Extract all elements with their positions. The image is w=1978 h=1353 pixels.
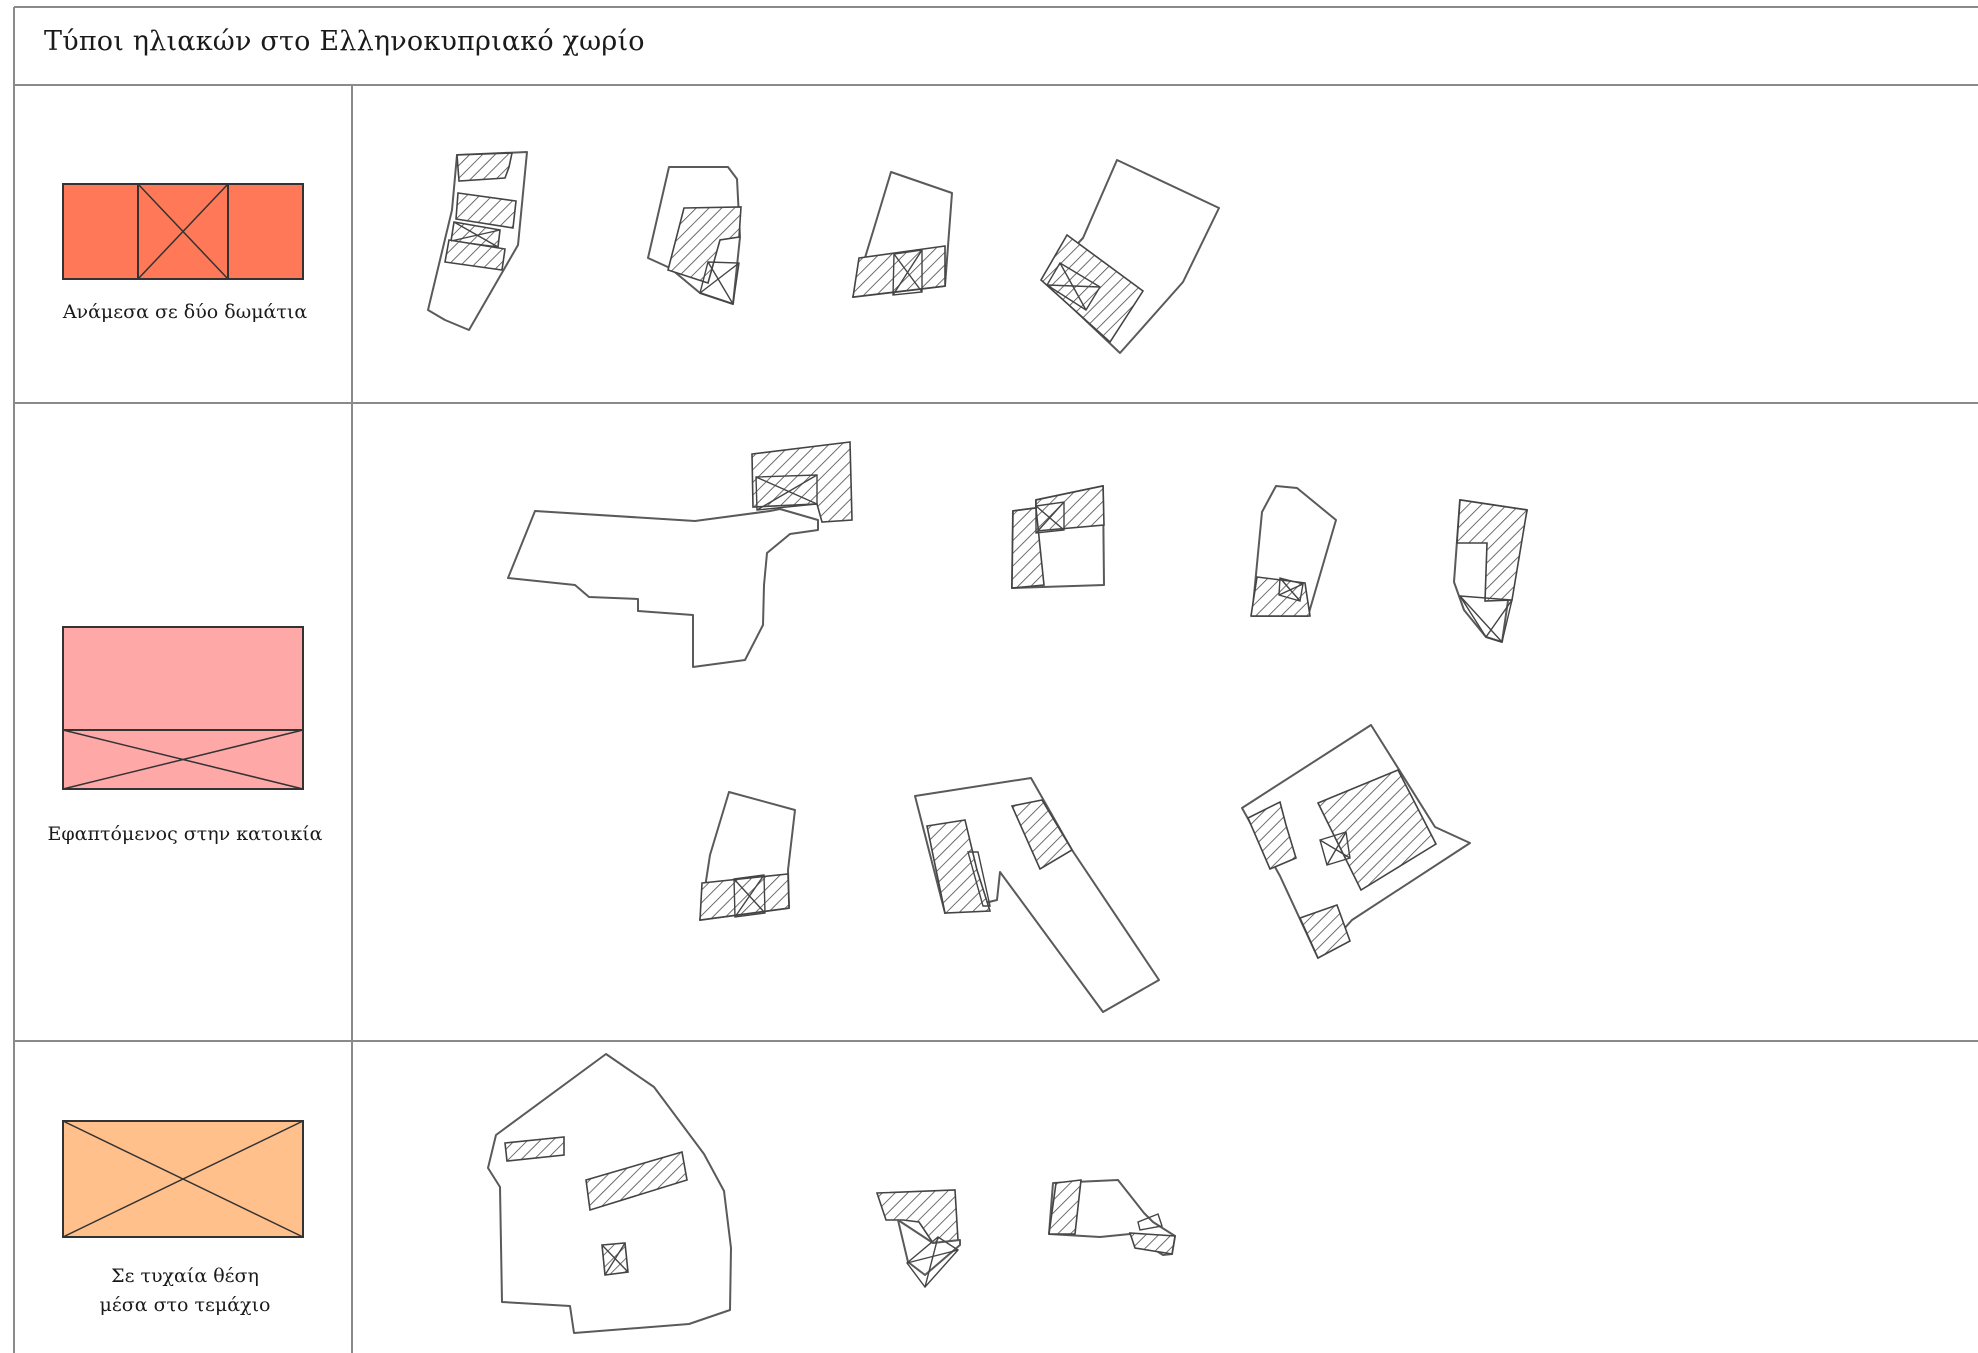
- plan-row2-c: [1250, 485, 1337, 617]
- caption-random-line1: Σε τυχαία θέση: [111, 1265, 259, 1287]
- plan-row2-b: [1011, 485, 1105, 589]
- plan-row1-d: [1039, 159, 1220, 354]
- plan-row2-d: [1453, 499, 1528, 643]
- plan-row3-b: [875, 1189, 961, 1289]
- plan-row1-b: [647, 166, 742, 305]
- page-title: Τύποι ηλιακών στο Ελληνοκυπριακό χωρίο: [44, 26, 645, 57]
- diagram-sheet: Τύποι ηλιακών στο Ελληνοκυπριακό χωρίο Α…: [0, 0, 1978, 1353]
- plan-row1-a: [427, 151, 528, 331]
- plan-row2-g: [1241, 724, 1471, 960]
- plan-row3-c: [1048, 1179, 1176, 1256]
- legend-swatch-random-position: [62, 1120, 304, 1238]
- caption-attached: Εφαπτόμενος στην κατοικία: [47, 823, 323, 845]
- plan-row1-c: [852, 171, 953, 298]
- caption-random-position: Σε τυχαία θέση μέσα στο τεμάχιο: [40, 1262, 330, 1320]
- diagram-canvas: [13, 6, 1978, 1353]
- table-grid: [13, 6, 1978, 1353]
- legend-swatch-between-rooms: [62, 183, 304, 280]
- legend-swatch-attached: [62, 626, 304, 790]
- plan-row3-a: [487, 1053, 732, 1334]
- caption-between-rooms: Ανάμεσα σε δύο δωμάτια: [62, 301, 308, 323]
- plan-row2-f: [914, 777, 1160, 1013]
- plan-row2-a: [507, 441, 853, 668]
- plan-row2-e: [699, 791, 796, 921]
- caption-random-line2: μέσα στο τεμάχιο: [99, 1294, 271, 1316]
